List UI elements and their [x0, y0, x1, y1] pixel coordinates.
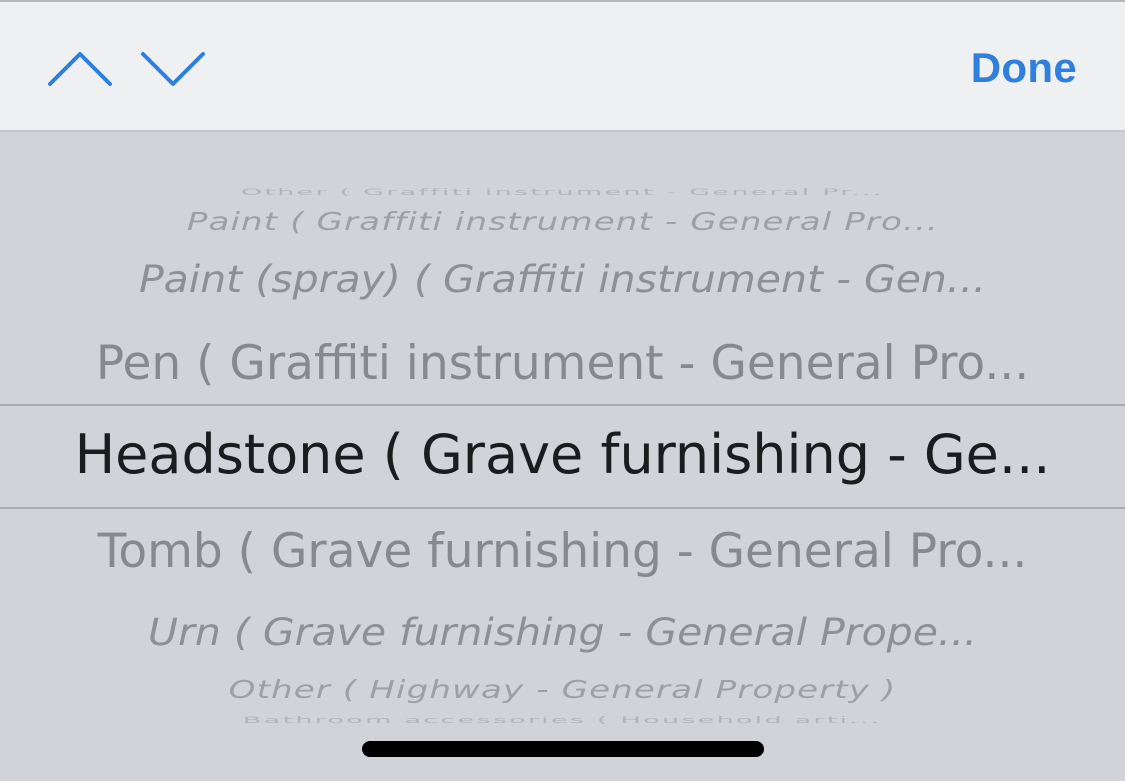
next-field-button[interactable]: [138, 42, 208, 98]
picker-item[interactable]: Tomb ( Grave furnishing - General Pro...: [0, 522, 1125, 582]
chevron-down-icon: [141, 52, 205, 86]
picker-item[interactable]: Urn ( Grave furnishing - General Prope..…: [0, 607, 1125, 657]
home-indicator[interactable]: [362, 741, 764, 757]
picker-item[interactable]: Pen ( Graffiti instrument - General Pro.…: [0, 334, 1125, 394]
picker-item[interactable]: Other ( Highway - General Property ): [0, 672, 1125, 708]
picker-item-selected[interactable]: Headstone ( Grave furnishing - Ge...: [0, 420, 1125, 490]
picker-item[interactable]: Bathroom accessories ( Household arti...: [0, 708, 1125, 732]
selection-top-divider: [0, 404, 1125, 406]
picker-item[interactable]: Paint (spray) ( Graffiti instrument - Ge…: [0, 254, 1125, 304]
picker-item[interactable]: Other ( Graffiti instrument - General Pr…: [0, 180, 1125, 204]
picker-wheel[interactable]: Other ( Graffiti instrument - General Pr…: [0, 132, 1125, 781]
picker-item[interactable]: Paint ( Graffiti instrument - General Pr…: [0, 204, 1125, 240]
previous-field-button[interactable]: [45, 42, 115, 98]
keyboard-accessory-toolbar: Done: [0, 0, 1125, 132]
chevron-up-icon: [48, 52, 112, 86]
selection-bottom-divider: [0, 507, 1125, 509]
done-button[interactable]: Done: [971, 44, 1077, 92]
